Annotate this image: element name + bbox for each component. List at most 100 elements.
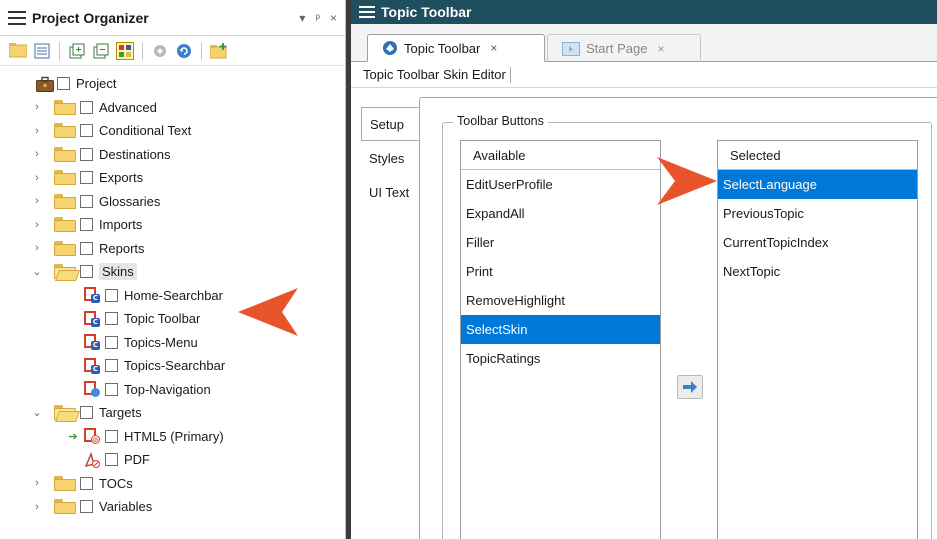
checkbox[interactable] [80, 241, 93, 255]
list-item[interactable]: CurrentTopicIndex [718, 228, 917, 257]
tree-folder-destinations[interactable]: › Destinations [0, 143, 345, 167]
list-item[interactable]: NextTopic [718, 257, 917, 286]
chevron-right-icon[interactable]: › [30, 477, 44, 489]
collapse-all-icon[interactable] [91, 41, 111, 61]
checkbox[interactable] [80, 476, 93, 490]
checkbox[interactable] [80, 147, 93, 161]
tree-folder-variables[interactable]: › Variables [0, 495, 345, 519]
skin-tab-icon [383, 41, 397, 55]
tree-label: Destinations [99, 146, 171, 162]
tree-folder-skins[interactable]: ⌄ Skins [0, 260, 345, 284]
document-tabbar: Topic Toolbar × Start Page × [351, 24, 937, 62]
available-buttons-list[interactable]: Available EditUserProfile ExpandAll Fill… [460, 140, 661, 539]
file-list-icon[interactable] [32, 41, 52, 61]
list-item[interactable]: RemoveHighlight [461, 286, 660, 315]
checkbox[interactable] [80, 406, 93, 420]
folder-icon [54, 99, 76, 115]
checkbox[interactable] [80, 194, 93, 208]
tab-label: Styles [369, 150, 405, 166]
checkbox[interactable] [80, 218, 93, 232]
tab-setup[interactable]: Setup [361, 107, 419, 141]
checkbox[interactable] [80, 124, 93, 138]
tree-label: Exports [99, 170, 144, 186]
list-item[interactable]: ExpandAll [461, 199, 660, 228]
add-to-selected-button[interactable] [677, 375, 703, 399]
refresh-icon[interactable] [174, 41, 194, 61]
checkbox[interactable] [80, 100, 93, 114]
editor-toolbar: Topic Toolbar Skin Editor [351, 62, 937, 88]
tree-folder-reports[interactable]: › Reports [0, 237, 345, 261]
tree-skin-top-navigation[interactable]: Top-Navigation [0, 378, 345, 402]
chevron-down-icon[interactable]: ⌄ [30, 406, 44, 419]
tree-folder-exports[interactable]: › Exports [0, 166, 345, 190]
tree-target-html5[interactable]: ➔ ⊘ HTML5 (Primary) [0, 425, 345, 449]
color-view-icon[interactable] [115, 41, 135, 61]
chevron-right-icon[interactable]: › [30, 125, 44, 137]
checkbox[interactable] [105, 335, 118, 349]
open-folder-icon[interactable] [8, 41, 28, 61]
checkbox[interactable] [105, 359, 118, 373]
tab-ui-text[interactable]: UI Text [361, 175, 419, 209]
tree-folder-conditional-text[interactable]: › Conditional Text [0, 119, 345, 143]
tree-folder-glossaries[interactable]: › Glossaries [0, 190, 345, 214]
checkbox[interactable] [57, 77, 70, 91]
new-folder-icon[interactable] [209, 41, 229, 61]
topic-toolbar-header: Topic Toolbar [351, 0, 937, 24]
html5-target-icon: ⊘ [84, 428, 100, 445]
pane-options-dropdown-icon[interactable]: ▾ [299, 11, 305, 25]
close-tab-icon[interactable]: × [490, 41, 497, 55]
list-item[interactable]: TopicRatings [461, 344, 660, 373]
tab-start-page[interactable]: Start Page × [547, 34, 701, 62]
tree-label: Advanced [99, 99, 157, 115]
tab-styles[interactable]: Styles [361, 141, 419, 175]
list-item-selected[interactable]: SelectLanguage [718, 170, 917, 199]
window-title: Topic Toolbar [381, 4, 472, 20]
tree-label: Top-Navigation [124, 381, 211, 397]
checkbox[interactable] [105, 453, 118, 467]
tree-folder-imports[interactable]: › Imports [0, 213, 345, 237]
project-organizer-toolbar [0, 36, 345, 66]
tab-label: Setup [370, 116, 404, 132]
menu-icon[interactable] [359, 6, 375, 18]
list-item[interactable]: Print [461, 257, 660, 286]
selected-buttons-list[interactable]: Selected SelectLanguage PreviousTopic Cu… [717, 140, 918, 539]
list-item[interactable]: Filler [461, 228, 660, 257]
chevron-right-icon[interactable]: › [30, 242, 44, 254]
chevron-right-icon[interactable]: › [30, 148, 44, 160]
tree-target-pdf[interactable]: PDF [0, 448, 345, 472]
checkbox[interactable] [105, 382, 118, 396]
checkbox[interactable] [80, 171, 93, 185]
chevron-right-icon[interactable]: › [30, 195, 44, 207]
tab-label: UI Text [369, 184, 410, 200]
chevron-right-icon[interactable]: › [30, 219, 44, 231]
list-item[interactable]: PreviousTopic [718, 199, 917, 228]
checkbox[interactable] [80, 265, 93, 279]
tree-folder-tocs[interactable]: › TOCs [0, 472, 345, 496]
source-control-icon[interactable] [150, 41, 170, 61]
folder-icon [54, 193, 76, 209]
chevron-right-icon[interactable]: › [30, 172, 44, 184]
tree-folder-targets[interactable]: ⌄ Targets [0, 401, 345, 425]
close-pane-icon[interactable]: × [330, 11, 337, 25]
expand-all-icon[interactable] [67, 41, 87, 61]
list-item[interactable]: EditUserProfile [461, 170, 660, 199]
close-tab-icon[interactable]: × [657, 42, 664, 56]
chevron-right-icon[interactable]: › [30, 501, 44, 513]
pdf-target-icon [84, 451, 101, 468]
editor-side-tabs: Setup Styles UI Text [361, 107, 419, 209]
checkbox[interactable] [105, 429, 118, 443]
tree-folder-advanced[interactable]: › Advanced [0, 96, 345, 120]
checkbox[interactable] [105, 312, 118, 326]
list-header: Available [461, 141, 660, 170]
menu-icon[interactable] [8, 10, 26, 25]
tree-root-project[interactable]: Project [0, 72, 345, 96]
chevron-right-icon[interactable]: › [30, 101, 44, 113]
tab-topic-toolbar[interactable]: Topic Toolbar × [367, 34, 545, 62]
chevron-down-icon[interactable]: ⌄ [30, 265, 44, 278]
folder-icon [54, 240, 76, 256]
pin-icon[interactable]: ᵖ [315, 11, 320, 25]
tree-skin-topics-searchbar[interactable]: C Topics-Searchbar [0, 354, 345, 378]
list-item-selected[interactable]: SelectSkin [461, 315, 660, 344]
checkbox[interactable] [105, 288, 118, 302]
checkbox[interactable] [80, 500, 93, 514]
